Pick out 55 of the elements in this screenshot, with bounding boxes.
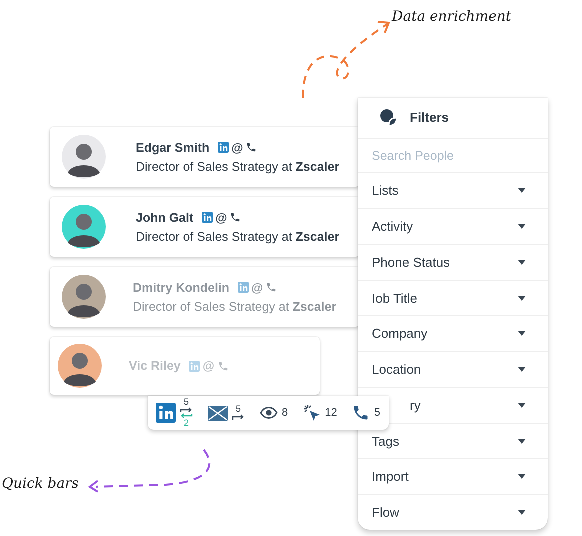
caret-icon — [518, 367, 526, 372]
phone-icon[interactable] — [230, 212, 242, 223]
job-title: Director of Sales Strategy at Zscaler — [136, 230, 340, 244]
caret-icon — [518, 296, 526, 301]
activity-count: 8 — [282, 407, 288, 419]
person-silhouette — [64, 353, 96, 386]
caret-icon — [518, 188, 526, 194]
swap-arrows-icon — [180, 407, 193, 419]
job-title: Director of Sales Strategy at Zscaler — [133, 300, 337, 314]
person-silhouette — [68, 144, 100, 178]
eye-icon[interactable] — [260, 407, 278, 419]
person-silhouette — [68, 284, 100, 318]
caret-icon — [518, 224, 526, 230]
contact-name: Edgar Smith — [136, 140, 210, 154]
job-title: Director of Sales Strategy at Zscaler — [136, 160, 340, 174]
filter-dropdown[interactable]: Activity — [358, 209, 548, 245]
email-symbol[interactable]: @ — [216, 210, 228, 224]
filter-dropdown[interactable]: Location — [358, 352, 548, 388]
person-silhouette — [68, 214, 100, 248]
activity-count: 5 — [374, 407, 380, 419]
caret-icon — [518, 402, 526, 408]
cursor-click-icon[interactable] — [303, 404, 322, 422]
filter-dropdown[interactable]: Lists — [358, 173, 548, 210]
caret-icon — [518, 474, 526, 480]
email-symbol[interactable]: @ — [232, 140, 244, 154]
contact-name: Dmitry Kondelin — [133, 280, 230, 294]
linkedin-icon[interactable] — [202, 212, 213, 223]
linkedin-icon[interactable] — [156, 403, 176, 423]
search-field[interactable]: Search People — [358, 138, 548, 174]
contact-card[interactable]: John Galt @ Director of Sales Strategy at Zscaler — [50, 197, 360, 257]
contact-name: Vic Riley — [129, 359, 181, 373]
phone-icon[interactable] — [352, 404, 370, 422]
annotation-label: Quick bars — [2, 476, 79, 492]
sent-count: 5 — [184, 398, 189, 407]
filter-dropdown[interactable]: Flow — [358, 495, 548, 530]
sent-count: 5 — [236, 405, 241, 414]
forward-arrow-icon — [232, 414, 245, 421]
filter-dropdown[interactable]: Import — [358, 459, 548, 496]
panel-title: Filters — [410, 110, 450, 126]
reply-count: 2 — [184, 419, 189, 428]
phone-icon[interactable] — [246, 142, 258, 153]
filter-icon — [380, 108, 398, 127]
caret-icon — [518, 438, 526, 444]
caret-icon — [518, 510, 526, 516]
linkedin-icon[interactable] — [218, 142, 229, 153]
caret-icon — [518, 260, 526, 265]
contact-name: John Galt — [136, 210, 194, 224]
activity-count: 12 — [325, 407, 338, 419]
annotation-label: Data enrichment — [392, 9, 512, 25]
filter-dropdown[interactable]: Phone Status — [358, 244, 548, 281]
filter-dropdown[interactable]: Iob Title — [358, 280, 548, 316]
filter-dropdown[interactable]: Company — [358, 316, 548, 352]
contact-card[interactable]: Edgar Smith @ Director of Sales Strategy at Zscaler — [50, 127, 360, 187]
caret-icon — [518, 331, 526, 336]
envelope-icon[interactable] — [208, 406, 228, 420]
